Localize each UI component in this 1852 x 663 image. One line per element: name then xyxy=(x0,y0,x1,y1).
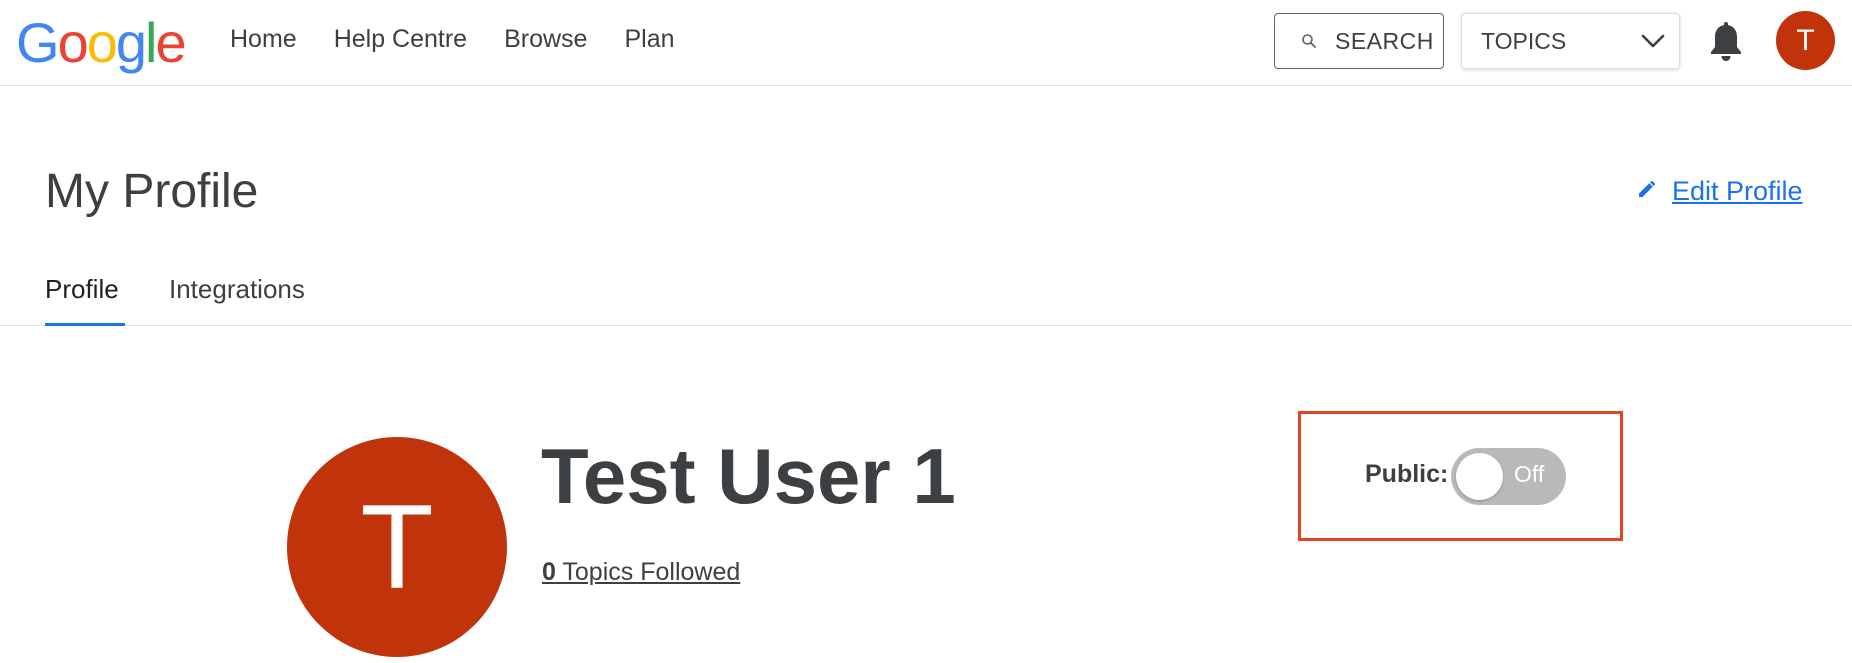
tab-profile[interactable]: Profile xyxy=(45,264,119,314)
top-bar: Google Home Help Centre Browse Plan SEAR… xyxy=(0,0,1852,86)
toggle-knob xyxy=(1456,453,1503,500)
search-icon xyxy=(1301,28,1317,55)
edit-profile-label: Edit Profile xyxy=(1672,176,1803,206)
google-logo[interactable]: Google xyxy=(16,10,187,76)
nav-home[interactable]: Home xyxy=(230,22,297,56)
nav-browse[interactable]: Browse xyxy=(504,22,587,56)
logo-letter-e: e xyxy=(155,11,186,74)
public-label: Public: xyxy=(1365,460,1449,488)
search-label: SEARCH xyxy=(1335,27,1434,54)
logo-letter-g2: g xyxy=(115,11,147,74)
page-title: My Profile xyxy=(45,165,259,218)
toggle-state-label: Off xyxy=(1514,461,1545,487)
profile-name: Test User 1 xyxy=(541,432,956,520)
search-button[interactable]: SEARCH xyxy=(1274,13,1444,69)
profile-tabs: Profile Integrations xyxy=(0,258,1852,326)
logo-letter-l: l xyxy=(145,11,158,74)
public-toggle[interactable]: Off xyxy=(1451,448,1566,505)
active-tab-indicator xyxy=(45,323,125,326)
avatar-initial: T xyxy=(1796,23,1815,57)
bell-icon[interactable] xyxy=(1706,21,1746,63)
topics-followed-link[interactable]: 0 Topics Followed xyxy=(542,558,740,587)
tab-integrations[interactable]: Integrations xyxy=(169,264,305,314)
user-avatar[interactable]: T xyxy=(1776,11,1835,70)
chevron-down-icon xyxy=(1641,28,1665,55)
logo-letter-o2: o xyxy=(86,11,118,74)
main-nav: Home Help Centre Browse Plan xyxy=(230,22,675,56)
profile-avatar-initial: T xyxy=(360,480,434,614)
profile-avatar: T xyxy=(287,437,507,657)
nav-help-centre[interactable]: Help Centre xyxy=(334,22,467,56)
topics-label: TOPICS xyxy=(1481,27,1567,54)
logo-letter-o1: o xyxy=(57,11,89,74)
logo-letter-g: G xyxy=(16,11,60,74)
topics-dropdown[interactable]: TOPICS xyxy=(1461,13,1680,69)
edit-profile-link[interactable]: Edit Profile xyxy=(1636,176,1803,207)
topics-followed-label: Topics Followed xyxy=(562,558,741,586)
topics-followed-count: 0 xyxy=(542,558,556,586)
pencil-icon xyxy=(1636,176,1658,207)
nav-plan[interactable]: Plan xyxy=(624,22,674,56)
